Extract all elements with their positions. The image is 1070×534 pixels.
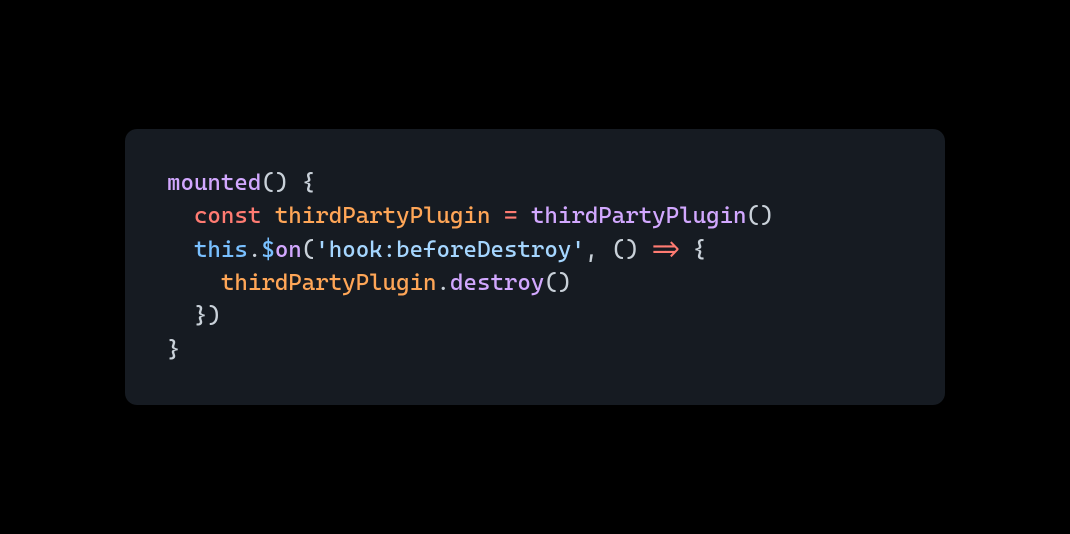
token-space: [639, 237, 652, 263]
token-brace: {: [693, 237, 706, 263]
token-paren: ): [625, 237, 638, 263]
token-brace: }: [167, 337, 180, 363]
token-method: on: [275, 237, 302, 263]
code-block: mounted() { const thirdPartyPlugin = thi…: [125, 129, 945, 405]
token-function-call: thirdPartyPlugin: [531, 203, 747, 229]
token-indent: [167, 303, 194, 329]
token-brace: }: [194, 303, 207, 329]
token-space: [288, 170, 301, 196]
token-space: [261, 203, 274, 229]
token-keyword: const: [194, 203, 261, 229]
token-paren: (: [747, 203, 760, 229]
token-paren: (: [302, 237, 315, 263]
token-function: mounted: [167, 170, 261, 196]
token-dollar: $: [261, 237, 274, 263]
token-paren: (: [544, 270, 557, 296]
token-brace: {: [302, 170, 315, 196]
token-dot: .: [248, 237, 261, 263]
token-object: thirdPartyPlugin: [221, 270, 437, 296]
code-content: mounted() { const thirdPartyPlugin = thi…: [167, 167, 903, 367]
token-paren: ): [275, 170, 288, 196]
token-string: 'hook:beforeDestroy': [315, 237, 585, 263]
token-space: [598, 237, 611, 263]
token-indent: [167, 270, 221, 296]
token-dot: .: [437, 270, 450, 296]
token-paren: ): [558, 270, 571, 296]
token-paren: ): [760, 203, 773, 229]
token-arrow: =>: [652, 237, 679, 263]
token-operator: =: [504, 203, 517, 229]
token-paren: (: [612, 237, 625, 263]
token-indent: [167, 203, 194, 229]
token-method: destroy: [450, 270, 544, 296]
token-paren: ): [207, 303, 220, 329]
token-space: [679, 237, 692, 263]
token-variable: thirdPartyPlugin: [275, 203, 491, 229]
token-space: [490, 203, 503, 229]
token-space: [517, 203, 530, 229]
token-comma: ,: [585, 237, 598, 263]
token-indent: [167, 237, 194, 263]
token-paren: (: [261, 170, 274, 196]
token-this: this: [194, 237, 248, 263]
